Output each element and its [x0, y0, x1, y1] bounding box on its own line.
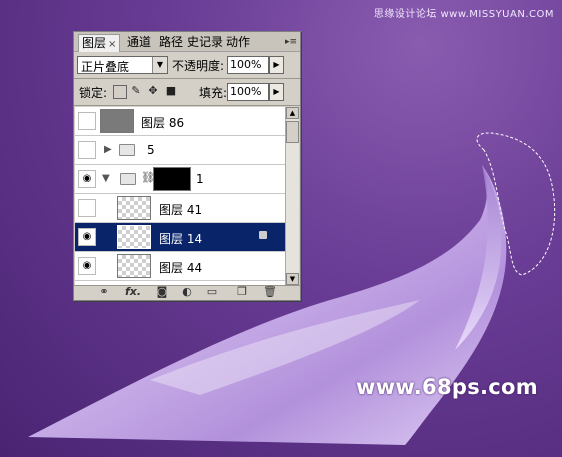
- layer-scrollbar[interactable]: ▲ ▼: [285, 107, 299, 285]
- eye-icon[interactable]: ◉: [78, 228, 96, 246]
- layer-name: 图层 41: [159, 203, 203, 217]
- scroll-thumb[interactable]: [286, 121, 299, 143]
- adjustment-icon[interactable]: ◐: [179, 285, 195, 299]
- layers-panel: 图层 × 通道 路径 史记录 动作 ▸≡ 正片叠底 ▼ 不透明度: 100% ▶ …: [73, 31, 301, 301]
- eye-icon[interactable]: ◉: [78, 170, 96, 188]
- lock-transparency-icon[interactable]: [113, 85, 127, 99]
- opacity-label: 不透明度:: [172, 59, 225, 73]
- layer-group-1[interactable]: ◉ ▼ ⛓ 1: [75, 165, 285, 194]
- scroll-down-icon[interactable]: ▼: [286, 273, 299, 285]
- tab-history-label: 史记录: [187, 35, 224, 49]
- lock-label: 锁定:: [79, 86, 108, 100]
- fill-label: 填充:: [199, 86, 228, 100]
- lock-position-icon[interactable]: ✥: [147, 85, 159, 97]
- watermark-top: 思缘设计论坛 www.MISSYUAN.COM: [373, 9, 554, 20]
- visibility-toggle[interactable]: [78, 112, 96, 130]
- folder-icon: [120, 173, 136, 185]
- layer-row-44[interactable]: ◉ 图层 44: [75, 252, 285, 281]
- fill-arrow-icon[interactable]: ▶: [269, 83, 284, 101]
- layer-thumbnail: [100, 109, 134, 133]
- layer-name: 图层 44: [159, 261, 203, 275]
- visibility-toggle[interactable]: [78, 141, 96, 159]
- opacity-arrow-icon[interactable]: ▶: [269, 56, 284, 74]
- layer-thumbnail: [117, 225, 151, 249]
- eye-icon[interactable]: ◉: [78, 257, 96, 275]
- tab-channels[interactable]: 通道: [124, 34, 154, 50]
- divider: [74, 105, 300, 106]
- mask-icon[interactable]: ◙: [154, 285, 170, 299]
- layer-name: 图层 14: [159, 232, 203, 246]
- tab-layers[interactable]: 图层 ×: [78, 34, 121, 52]
- chevron-down-icon: ▼: [152, 57, 167, 73]
- link-icon[interactable]: ⚭: [96, 285, 112, 299]
- divider: [74, 78, 300, 79]
- watermark-bottom: www.68ps.com: [356, 375, 538, 399]
- layer-list: 图层 86 ▶ 5 ◉ ▼ ⛓ 1 图层 41 ◉ 图层 14 ◉ 图层 44: [75, 107, 285, 285]
- layer-group-5[interactable]: ▶ 5: [75, 136, 285, 165]
- trash-icon[interactable]: 🗑: [262, 285, 278, 299]
- close-icon[interactable]: ×: [108, 39, 116, 50]
- tab-layers-label: 图层: [82, 36, 107, 50]
- layer-name: 图层 86: [141, 116, 185, 130]
- layer-row-14[interactable]: ◉ 图层 14: [75, 223, 285, 252]
- expand-triangle-icon[interactable]: ▶: [104, 144, 112, 155]
- fill-input[interactable]: 100%: [227, 83, 269, 101]
- panel-bottom-toolbar: ⚭ fx. ◙ ◐ ▭ ❐ 🗑: [74, 285, 300, 299]
- panel-tabs: 图层 × 通道 路径 史记录 动作 ▸≡: [74, 32, 300, 52]
- tab-paths-label: 路径: [159, 35, 184, 49]
- tab-actions-label: 动作: [226, 35, 251, 49]
- new-layer-icon[interactable]: ❐: [234, 285, 250, 299]
- blend-mode-value: 正片叠底: [81, 60, 130, 74]
- blend-mode-select[interactable]: 正片叠底 ▼: [77, 56, 168, 74]
- collapse-triangle-icon[interactable]: ▼: [102, 173, 110, 184]
- fx-icon[interactable]: fx.: [122, 285, 144, 299]
- layer-name: 1: [196, 172, 204, 186]
- lock-row: 锁定: ✎ ✥ ■ 填充: 100% ▶: [77, 83, 297, 101]
- layer-thumbnail: [117, 196, 151, 220]
- opacity-input[interactable]: 100%: [227, 56, 269, 74]
- tab-channels-label: 通道: [127, 35, 152, 49]
- mask-thumbnail: [153, 167, 191, 191]
- folder-icon: [119, 144, 135, 156]
- layer-thumbnail: [117, 254, 151, 278]
- blend-row: 正片叠底 ▼ 不透明度: 100% ▶: [77, 56, 297, 74]
- layer-name: 5: [147, 143, 155, 157]
- layer-row-41[interactable]: 图层 41: [75, 194, 285, 223]
- scroll-up-icon[interactable]: ▲: [286, 107, 299, 119]
- group-icon[interactable]: ▭: [204, 285, 220, 299]
- lock-icon: [259, 231, 267, 239]
- layer-row-86[interactable]: 图层 86: [75, 107, 285, 136]
- tab-history[interactable]: 史记录: [184, 34, 226, 50]
- tab-actions[interactable]: 动作: [223, 34, 253, 50]
- tab-paths[interactable]: 路径: [156, 34, 186, 50]
- lock-all-icon[interactable]: ■: [165, 85, 177, 97]
- panel-menu-icon[interactable]: ▸≡: [285, 37, 297, 47]
- visibility-toggle[interactable]: [78, 199, 96, 217]
- lock-pixels-icon[interactable]: ✎: [130, 85, 142, 97]
